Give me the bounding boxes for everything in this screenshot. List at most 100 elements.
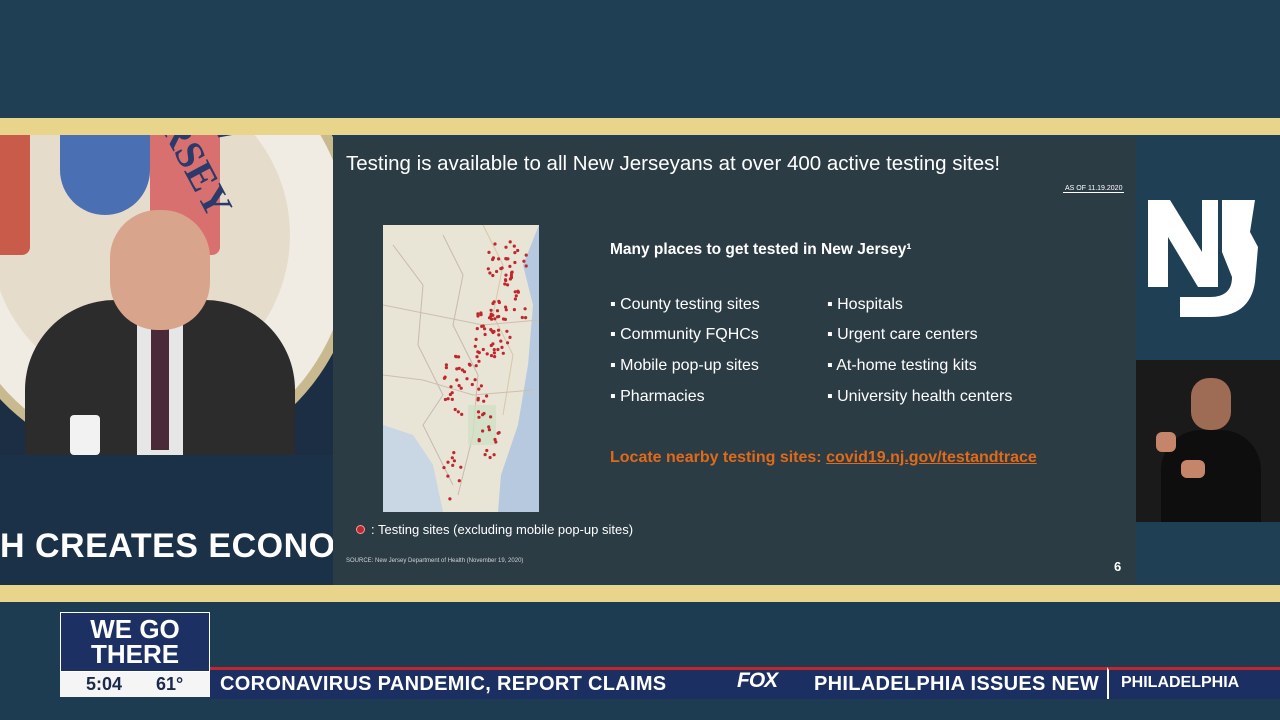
sign-language-interpreter <box>1136 360 1280 522</box>
testing-site-dot <box>486 267 490 271</box>
testing-site-dot <box>468 363 472 367</box>
bullet-marker: ▪ <box>827 388 833 405</box>
testing-site-dot <box>504 308 508 312</box>
testing-site-dot <box>489 308 493 312</box>
bullet-urgent-care: ▪ Urgent care centers <box>827 326 978 344</box>
testing-site-dot <box>496 328 501 332</box>
testing-site-dot <box>501 351 505 355</box>
testing-site-dot <box>505 329 509 333</box>
testing-site-dot <box>510 270 514 274</box>
ticker-item-2: PHILADELPHIA ISSUES NEW <box>814 673 1100 695</box>
slide-title: Testing is available to all New Jerseyan… <box>346 152 1001 175</box>
testing-site-dot <box>474 364 478 368</box>
time-temp-box: 5:04 61° <box>60 672 210 697</box>
testing-site-dot <box>453 407 457 412</box>
testing-site-dot <box>459 465 463 469</box>
nj-logo-n <box>1148 200 1218 287</box>
testing-site-dot <box>475 355 479 359</box>
bullet-marker: ▪ <box>610 388 616 405</box>
testing-site-dot <box>477 438 481 442</box>
testing-site-dot <box>514 294 518 298</box>
testing-site-dot <box>446 460 450 464</box>
bullet-text: Mobile pop-up sites <box>620 357 759 374</box>
testing-site-dot <box>491 342 495 346</box>
testing-site-dot <box>444 366 448 370</box>
nj-map-svg <box>383 225 539 512</box>
presentation-slide: Testing is available to all New Jerseyan… <box>333 138 1136 583</box>
testing-site-dot <box>449 385 453 389</box>
testing-site-dot <box>513 260 517 265</box>
testing-site-dot <box>489 314 493 318</box>
pill-bottle <box>70 415 100 455</box>
testing-site-dot <box>481 429 485 433</box>
gold-bar-bottom <box>0 585 1280 602</box>
testing-site-dot <box>483 453 487 457</box>
testing-site-dot <box>503 278 508 282</box>
map-pinelands <box>468 405 496 445</box>
testing-site-dot <box>493 355 497 359</box>
testing-site-dot <box>520 315 524 320</box>
testing-site-dot <box>450 397 454 401</box>
speaker <box>25 210 295 480</box>
testing-site-dot <box>496 347 500 352</box>
slide-page-number: 6 <box>1114 559 1122 574</box>
testing-site-dot <box>452 451 456 455</box>
bullet-county: ▪ County testing sites <box>610 296 760 314</box>
map-legend-text: : Testing sites (excluding mobile pop-up… <box>371 522 634 537</box>
nj-logo-icon <box>1148 200 1258 317</box>
interpreter-body <box>1161 430 1261 522</box>
testing-site-dot <box>485 448 489 453</box>
bullet-hospitals: ▪ Hospitals <box>827 296 903 314</box>
testing-site-dot <box>455 378 459 382</box>
temperature: 61° <box>156 674 184 694</box>
testing-site-dot <box>483 327 487 331</box>
as-of-date: AS OF 11.19.2020 <box>1063 185 1125 193</box>
we-go-there-badge: WE GO THERE <box>60 612 210 672</box>
testing-site-dot <box>488 455 492 460</box>
testing-site-dot <box>509 275 514 280</box>
testing-site-dot <box>508 335 512 339</box>
testing-site-dot <box>487 425 491 429</box>
testing-site-dot <box>488 271 492 275</box>
testing-site-dot <box>460 412 464 416</box>
testing-site-dot <box>448 497 452 501</box>
top-background <box>0 0 1280 118</box>
testing-site-dot <box>505 257 509 261</box>
testing-site-dot <box>504 245 508 249</box>
testing-site-dot <box>452 459 456 463</box>
bullet-text: University health centers <box>837 388 1013 405</box>
testing-site-dot <box>479 311 483 315</box>
testing-site-dot <box>491 256 495 260</box>
testing-site-dot <box>489 415 493 419</box>
bullet-university: ▪ University health centers <box>827 388 1012 406</box>
interpreter-hand-left <box>1156 432 1176 452</box>
bullet-text: Hospitals <box>837 296 903 313</box>
interpreter-head <box>1191 378 1231 430</box>
testandtrace-link[interactable]: covid19.nj.gov/testandtrace <box>826 449 1037 466</box>
testing-site-dot <box>483 332 487 337</box>
bullet-text: Urgent care centers <box>837 326 978 343</box>
speaker-tie <box>151 310 169 450</box>
slide-subhead: Many places to get tested in New Jersey¹ <box>610 241 912 258</box>
testing-site-dot <box>446 474 450 478</box>
testing-site-dot <box>477 359 481 363</box>
testing-site-dot <box>504 305 508 309</box>
testing-site-dot <box>495 269 499 274</box>
testing-site-dot <box>477 351 481 355</box>
testing-site-dot <box>512 244 516 248</box>
bullet-marker: ▪ <box>610 326 616 343</box>
testing-site-dot <box>481 347 485 352</box>
bullet-fqhc: ▪ Community FQHCs <box>610 326 759 344</box>
bullet-marker: ▪ <box>610 296 616 313</box>
testing-site-dot <box>485 394 489 398</box>
testing-site-dot <box>446 397 450 401</box>
station-location: PHILADELPHIA <box>1107 667 1280 699</box>
testing-site-dot <box>494 440 498 444</box>
testing-site-dot <box>485 352 489 356</box>
testing-site-dot <box>523 307 527 311</box>
testing-site-dot <box>492 348 496 352</box>
testing-site-dot <box>512 308 516 312</box>
bullet-marker: ▪ <box>827 296 833 313</box>
testing-site-dot <box>513 297 517 301</box>
interpreter-hand-right <box>1181 460 1205 478</box>
